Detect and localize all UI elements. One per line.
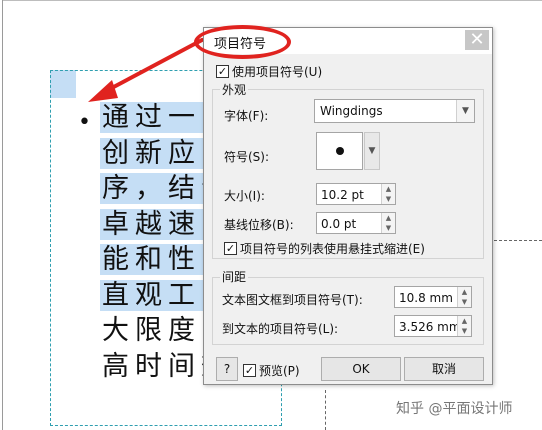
annotation-ellipse bbox=[194, 25, 291, 59]
symbol-label: 符号(S): bbox=[224, 150, 270, 164]
hanging-indent-label: 项目符号的列表使用悬挂式缩进(E) bbox=[240, 242, 425, 256]
font-select[interactable]: Wingdings ▼ bbox=[314, 99, 475, 123]
spin-down-icon[interactable]: ▼ bbox=[458, 297, 471, 307]
bullet-to-text-stepper[interactable]: 3.526 mm ▲ ▼ bbox=[394, 315, 472, 337]
size-stepper[interactable]: 10.2 pt ▲ ▼ bbox=[316, 183, 396, 205]
frame-to-bullet-value: 10.8 mm bbox=[399, 291, 453, 305]
hanging-indent-checkbox[interactable]: ✓ 项目符号的列表使用悬挂式缩进(E) bbox=[224, 240, 425, 257]
symbol-dropdown-button[interactable]: ▼ bbox=[364, 132, 380, 170]
font-value: Wingdings bbox=[320, 104, 383, 118]
preview-label: 预览(P) bbox=[259, 364, 300, 378]
preview-checkbox[interactable]: ✓ 预览(P) bbox=[243, 362, 300, 379]
bullet-symbol-preview bbox=[336, 147, 344, 155]
bullet-to-text-value: 3.526 mm bbox=[399, 320, 461, 334]
spin-up-icon[interactable]: ▲ bbox=[458, 287, 471, 297]
frame-to-bullet-label: 文本图文框到项目符号(T): bbox=[222, 293, 363, 307]
baseline-shift-label: 基线位移(B): bbox=[224, 218, 294, 232]
font-label: 字体(F): bbox=[224, 109, 269, 123]
help-button[interactable]: ? bbox=[216, 357, 238, 381]
close-icon: ✕ bbox=[469, 29, 485, 50]
ok-button[interactable]: OK bbox=[321, 357, 401, 381]
watermark: 知乎 @平面设计师 bbox=[396, 401, 513, 417]
checkmark-icon: ✓ bbox=[224, 242, 237, 255]
spin-down-icon[interactable]: ▼ bbox=[458, 326, 471, 336]
size-value: 10.2 pt bbox=[321, 188, 364, 202]
spin-up-icon[interactable]: ▲ bbox=[382, 184, 395, 194]
spin-up-icon[interactable]: ▲ bbox=[458, 316, 471, 326]
spacing-group-label: 间距 bbox=[220, 268, 249, 285]
spin-up-icon[interactable]: ▲ bbox=[382, 213, 395, 223]
checkmark-icon: ✓ bbox=[243, 364, 256, 377]
symbol-picker[interactable] bbox=[316, 132, 363, 170]
cancel-button[interactable]: 取消 bbox=[404, 357, 484, 381]
chevron-down-icon: ▼ bbox=[368, 146, 376, 156]
frame-to-bullet-stepper[interactable]: 10.8 mm ▲ ▼ bbox=[394, 286, 472, 308]
baseline-shift-stepper[interactable]: 0.0 pt ▲ ▼ bbox=[316, 212, 396, 234]
bullet-to-text-label: 到文本的项目符号(L): bbox=[222, 322, 339, 336]
spin-down-icon[interactable]: ▼ bbox=[382, 223, 395, 233]
spin-down-icon[interactable]: ▼ bbox=[382, 194, 395, 204]
use-bullets-label: 使用项目符号(U) bbox=[232, 65, 323, 79]
close-button[interactable]: ✕ bbox=[465, 30, 489, 50]
chevron-down-icon[interactable]: ▼ bbox=[456, 100, 474, 122]
bullets-dialog: 项目符号 ✕ ✓ 使用项目符号(U) 外观 字体(F): Wingdings ▼… bbox=[194, 25, 493, 385]
use-bullets-checkbox[interactable]: ✓ 使用项目符号(U) bbox=[216, 63, 322, 80]
baseline-shift-value: 0.0 pt bbox=[321, 217, 357, 231]
appearance-group-label: 外观 bbox=[220, 81, 249, 98]
size-label: 大小(I): bbox=[224, 189, 265, 203]
checkmark-icon: ✓ bbox=[216, 65, 229, 78]
